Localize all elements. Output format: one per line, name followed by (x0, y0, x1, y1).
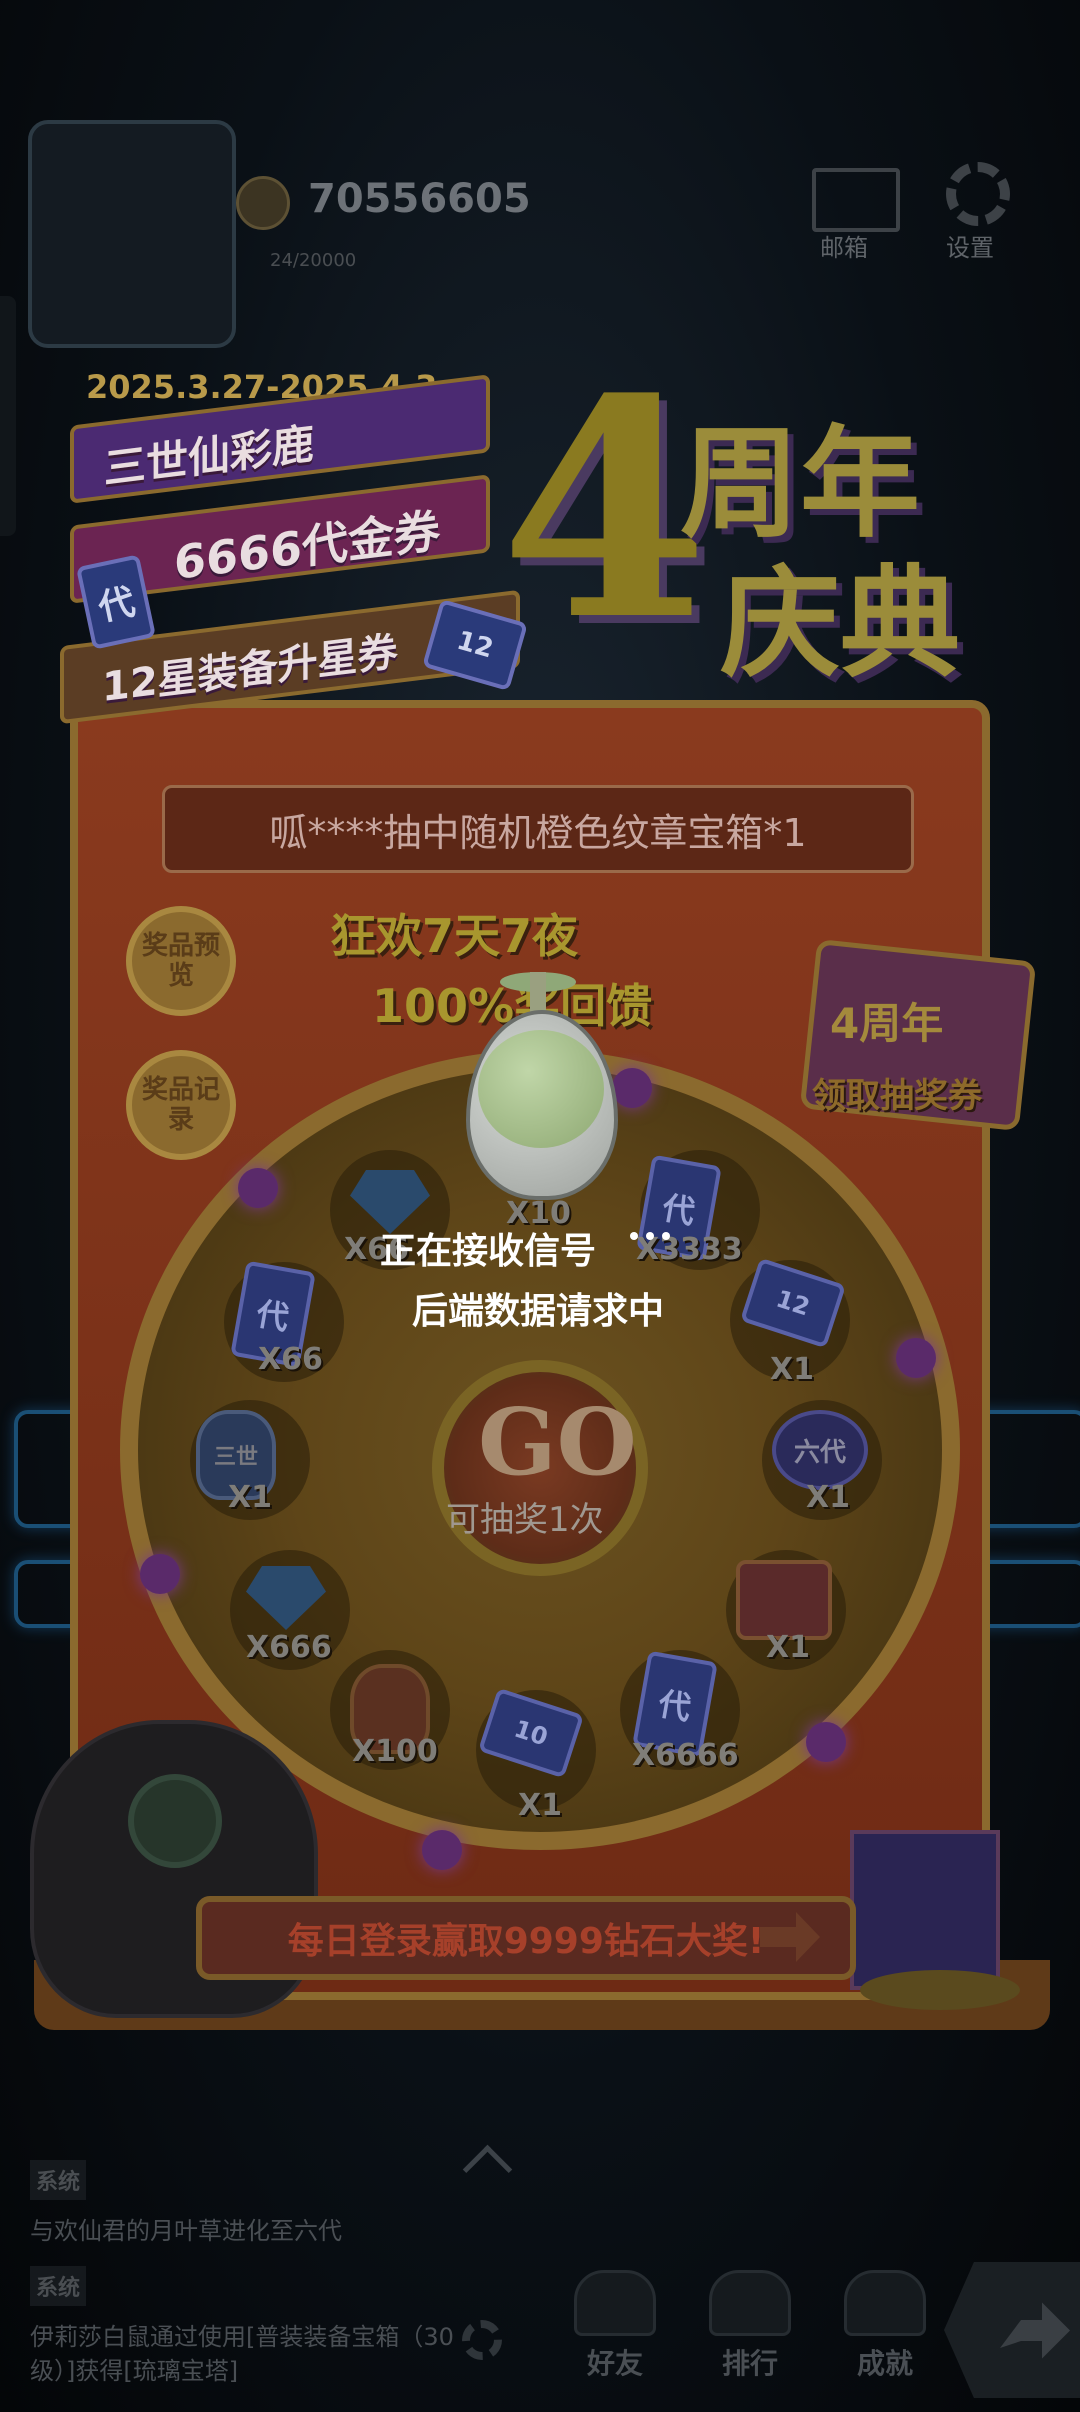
nav-achievements[interactable]: 成就 (830, 2270, 940, 2380)
anniversary-logo-number: 4 (500, 333, 709, 686)
prize-count: X1 (806, 1480, 851, 1515)
chat-settings-icon[interactable] (462, 2320, 502, 2360)
wheel-light-orb (238, 1168, 278, 1208)
friends-icon (574, 2270, 656, 2336)
claim-ticket-button[interactable]: 领取抽奖券 (812, 1068, 982, 1117)
loading-dot (662, 1232, 670, 1240)
mail-label: 邮箱 (820, 234, 868, 262)
claim-badge: 4周年 (830, 999, 944, 1048)
nav-label: 好友 (586, 2347, 643, 2380)
trophy-icon (844, 2270, 926, 2336)
loading-status: 正在接收信号 (380, 1231, 597, 1272)
chat-tag: 系统 (30, 2160, 87, 2200)
anniversary-logo-line1: 周年 (680, 415, 920, 554)
winner-marquee: 呱****抽中随机橙色纹章宝箱*1 (162, 785, 914, 873)
wheel-light-orb (422, 1830, 462, 1870)
loading-detail: 后端数据请求中 (412, 1291, 665, 1332)
chat-feed: 系统 与欢仙君的月叶草进化至六代 系统 伊莉莎白鼠通过使用[普装装备宝箱（30级… (30, 2160, 480, 2406)
mail-icon[interactable] (812, 168, 900, 232)
nav-ranking[interactable]: 排行 (695, 2270, 805, 2380)
loading-dot (646, 1232, 654, 1240)
spins-remaining: 可抽奖1次 (446, 1500, 604, 1540)
chat-tag: 系统 (30, 2266, 87, 2306)
chest-icon (736, 1560, 832, 1640)
loading-dots (630, 1232, 670, 1240)
level-progress: 24/20000 (270, 250, 357, 271)
nav-label: 成就 (856, 2347, 913, 2380)
anniversary-logo-line2: 庆典 (720, 555, 960, 694)
prize-count: X100 (352, 1734, 438, 1769)
monster-eye (128, 1774, 222, 1868)
prize-count: X1 (518, 1788, 563, 1823)
nav-label: 排行 (721, 2347, 778, 2380)
wheel-light-orb (140, 1554, 180, 1594)
prize-count: X6666 (632, 1738, 739, 1773)
event-headline: 狂欢7天7夜 (330, 909, 579, 963)
prize-count: X1 (770, 1352, 815, 1387)
wheel-light-orb (612, 1068, 652, 1108)
prize-count: X1 (766, 1630, 811, 1665)
bottom-nav: 好友 排行 成就 (560, 2270, 940, 2380)
prize-record-button[interactable]: 奖品记录 (126, 1050, 236, 1160)
nav-friends[interactable]: 好友 (560, 2270, 670, 2380)
prize-count: X66 (258, 1342, 323, 1377)
chat-message: 伊莉莎白鼠通过使用[普装装备宝箱（30级）]获得[琉璃宝塔] (30, 2323, 454, 2385)
settings-label: 设置 (946, 234, 994, 262)
wheel-light-orb (806, 1722, 846, 1762)
prize-count: X666 (246, 1630, 332, 1665)
gold-pile (860, 1970, 1020, 2010)
egg-creature (478, 1030, 604, 1148)
chat-message: 与欢仙君的月叶草进化至六代 (30, 2217, 342, 2245)
ranking-icon (709, 2270, 791, 2336)
player-avatar[interactable] (28, 120, 236, 348)
prize-preview-button[interactable]: 奖品预览 (126, 906, 236, 1016)
daily-login-banner[interactable]: 每日登录赢取9999钻石大奖! (196, 1896, 856, 1980)
loading-dot (630, 1232, 638, 1240)
side-drawer-tab[interactable] (0, 296, 16, 536)
gear-icon[interactable] (946, 162, 1010, 226)
sixth-gen-icon: 六代 (772, 1410, 868, 1490)
coin-icon (236, 176, 290, 230)
prize-count: X1 (228, 1480, 273, 1515)
go-label: GO (478, 1388, 637, 1496)
wheel-light-orb (896, 1338, 936, 1378)
gift-boxes (850, 1830, 1000, 1990)
coin-count: 70556605 (308, 176, 531, 222)
